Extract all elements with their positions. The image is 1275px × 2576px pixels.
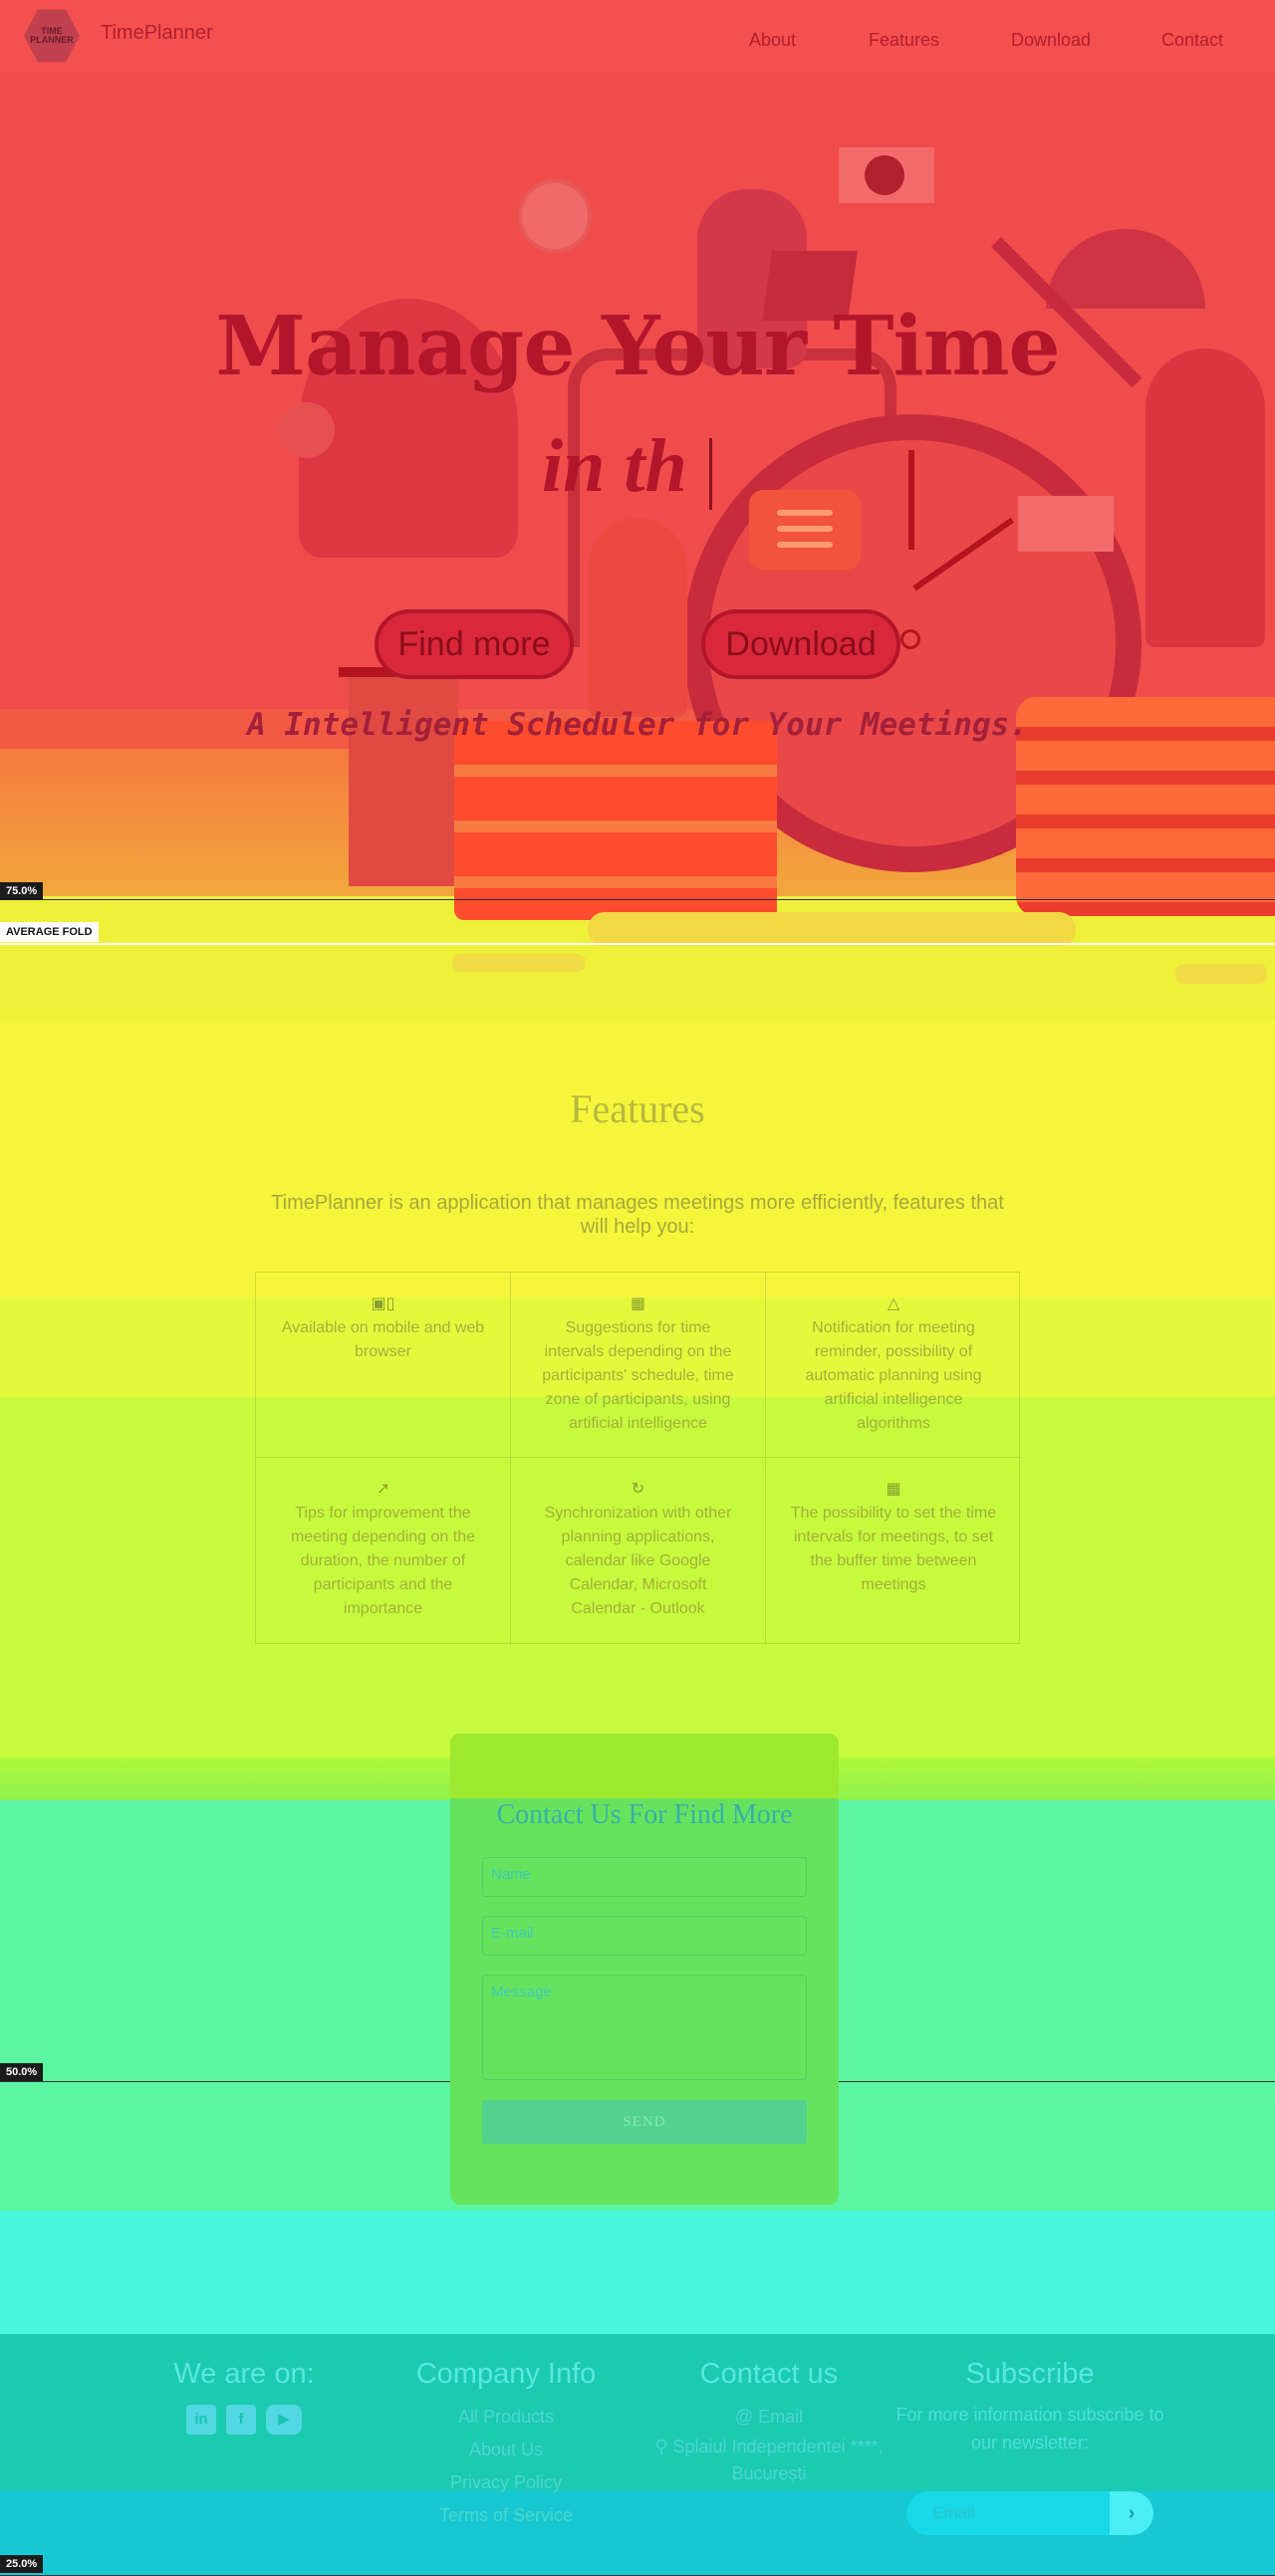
footer-address: ⚲ Splaiul Independentei ****, București [647, 2434, 891, 2487]
footer-address-text: Splaiul Independentei ****, București [672, 2437, 884, 2483]
wall-clock-icon [518, 179, 592, 253]
feature-text: Available on mobile and web browser [281, 1319, 485, 1360]
site-header: TIME PLANNER TimePlanner About Features … [0, 0, 1275, 72]
location-pin-icon: ⚲ [654, 2437, 673, 2457]
average-fold-label: AVERAGE FOLD [0, 922, 99, 942]
chat-line [777, 510, 833, 516]
text-caret [709, 438, 712, 510]
footer-subscribe-text: For more information subscribe to our ne… [895, 2405, 1164, 2453]
facebook-icon[interactable]: f [226, 2405, 256, 2435]
feature-card: ▣▯ Available on mobile and web browser [256, 1273, 511, 1458]
brand-name[interactable]: TimePlanner [101, 22, 213, 45]
average-fold-line [0, 943, 1275, 945]
features-title: Features [570, 1086, 705, 1131]
footer-link-terms[interactable]: Terms of Service [386, 2499, 626, 2532]
youtube-icon[interactable]: ▶ [266, 2405, 302, 2435]
feature-text: Tips for improvement the meeting dependi… [290, 1505, 476, 1617]
calendar-icon: ▦ [886, 1481, 901, 1498]
clock-card-illustration [1018, 496, 1114, 552]
footer-contact-title: Contact us [699, 2358, 839, 2390]
feature-text: Notification for meeting reminder, possi… [805, 1319, 982, 1432]
heatmap-zone [0, 2211, 1275, 2334]
newsletter-email-input[interactable]: Email [906, 2491, 1110, 2535]
person-illustration [588, 518, 687, 717]
nav-about[interactable]: About [749, 30, 796, 51]
send-button[interactable]: SEND [482, 2100, 807, 2144]
footer-email-link[interactable]: @ Email [647, 2401, 891, 2434]
chat-line [777, 526, 833, 532]
contact-form: Contact Us For Find More Name E-mail Mes… [450, 1734, 839, 2205]
chevron-right-icon: › [1128, 2502, 1136, 2524]
message-field[interactable]: Message [482, 1975, 807, 2080]
social-links: in f ▶ [139, 2405, 349, 2435]
footer-subscribe-title: Subscribe [965, 2358, 1095, 2390]
heatmap-zone [450, 1734, 839, 1798]
at-icon: @ [734, 2407, 759, 2427]
feature-card: ↻ Synchronization with other planning ap… [511, 1458, 766, 1645]
feature-card: ↗ Tips for improvement the meeting depen… [256, 1458, 511, 1645]
footer-link-all-products[interactable]: All Products [386, 2401, 626, 2434]
feature-text: Synchronization with other planning appl… [544, 1505, 732, 1617]
contact-title: Contact Us For Find More [496, 1799, 793, 1830]
footer-subscribe: Subscribe For more information subscribe… [894, 2358, 1165, 2457]
nav-contact[interactable]: Contact [1161, 30, 1223, 51]
footer-contact: Contact us @ Email ⚲ Splaiul Independent… [647, 2358, 891, 2487]
footer-social: We are on: in f ▶ [139, 2358, 349, 2435]
feature-card: △ Notification for meeting reminder, pos… [766, 1273, 1021, 1458]
ground-shadow [452, 954, 586, 972]
nav-download[interactable]: Download [1011, 30, 1091, 51]
footer-email-text: Email [758, 2407, 804, 2427]
ground-shadow [588, 912, 1076, 946]
newsletter-submit-button[interactable]: › [1110, 2491, 1153, 2535]
scroll-depth-marker: 50.0% [0, 2063, 44, 2081]
name-field[interactable]: Name [482, 1857, 807, 1897]
features-description: TimePlanner is an application that manag… [271, 1192, 1004, 1238]
find-more-button[interactable]: Find more [375, 609, 574, 679]
sync-icon: ↻ [631, 1481, 645, 1498]
logo-text: TIME PLANNER [30, 26, 74, 45]
clock-center [900, 629, 920, 649]
ground-shadow [1175, 964, 1267, 984]
download-button[interactable]: Download [701, 609, 900, 679]
scroll-depth-marker: 75.0% [0, 882, 44, 900]
footer-link-privacy[interactable]: Privacy Policy [386, 2466, 626, 2499]
bell-icon: △ [887, 1295, 900, 1312]
linkedin-icon[interactable]: in [186, 2405, 216, 2435]
scroll-depth-marker: 25.0% [0, 2555, 44, 2573]
logo[interactable]: TIME PLANNER [24, 9, 80, 63]
footer-social-title: We are on: [173, 2358, 315, 2390]
scroll-depth-line [0, 899, 1275, 900]
calendar-icon: ▦ [630, 1295, 646, 1312]
books-illustration [454, 721, 777, 920]
feature-text: The possibility to set the time interval… [790, 1505, 997, 1593]
feature-text: Suggestions for time intervals depending… [542, 1319, 734, 1432]
features-grid: ▣▯ Available on mobile and web browser ▦… [255, 1272, 1021, 1645]
pie-chart-icon [865, 155, 904, 195]
hero-typed-text: in th [542, 424, 687, 508]
clock-hand [908, 450, 914, 550]
chat-line [777, 542, 833, 548]
footer-link-about-us[interactable]: About Us [386, 2434, 626, 2466]
nav-features[interactable]: Features [869, 30, 939, 51]
hero-subtitle: A Intelligent Scheduler for Your Meeting… [247, 707, 1028, 743]
check-circle-icon [279, 402, 335, 458]
feature-card: ▦ The possibility to set the time interv… [766, 1458, 1021, 1645]
chart-line-icon: ↗ [376, 1481, 390, 1498]
devices-icon: ▣▯ [371, 1295, 395, 1312]
heatmap-zone [0, 1021, 1275, 1297]
footer-company-title: Company Info [415, 2358, 597, 2390]
footer-company: Company Info All Products About Us Priva… [386, 2358, 626, 2532]
feature-card: ▦ Suggestions for time intervals dependi… [511, 1273, 766, 1458]
hero-title: Manage Your Time [215, 299, 1060, 394]
email-field[interactable]: E-mail [482, 1916, 807, 1956]
